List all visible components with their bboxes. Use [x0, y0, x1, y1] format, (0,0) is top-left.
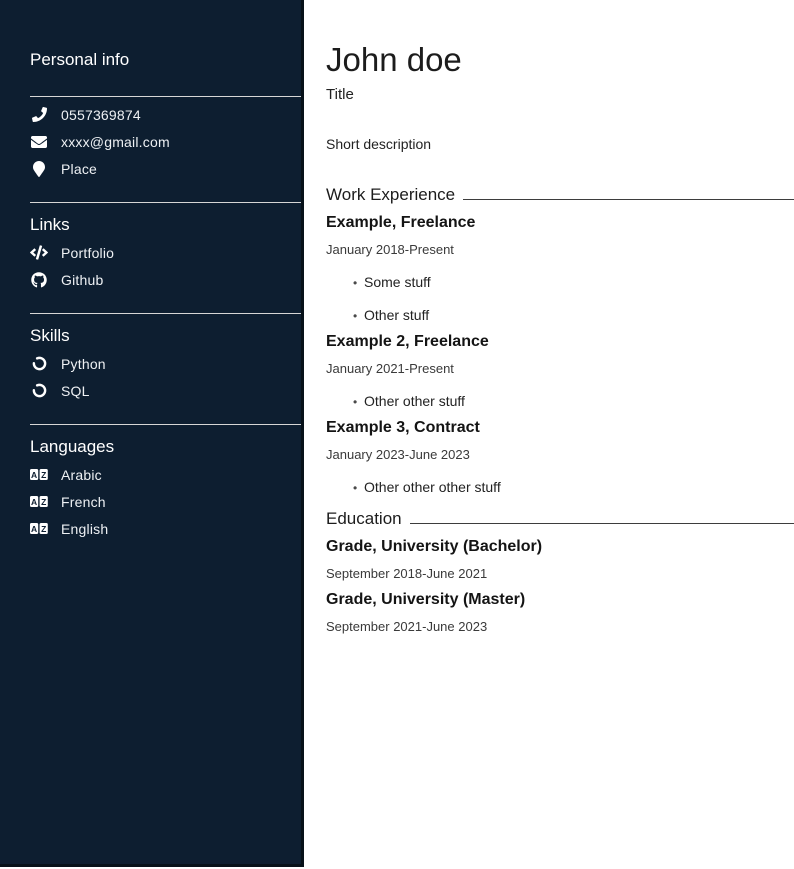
entry-date: September 2021-June 2023 — [326, 620, 794, 634]
section-heading-rule — [463, 199, 794, 200]
entry-title: Grade, University (Bachelor) — [326, 538, 794, 555]
skill-sql-label: SQL — [61, 383, 90, 399]
bullet-item: Other other other stuff — [353, 480, 794, 495]
contact-place-label: Place — [61, 161, 97, 177]
svg-text:Z: Z — [41, 524, 46, 534]
divider — [30, 313, 301, 314]
sidebar-section-links: Portfolio Github — [30, 239, 301, 293]
language-arabic-row: AZ Arabic — [30, 461, 301, 488]
divider — [30, 96, 301, 97]
entry-date: January 2023-June 2023 — [326, 448, 794, 462]
entry-bullets: Other other stuff — [326, 394, 794, 409]
sidebar-section-personal-info: 0557369874 xxxx@gmail.com Place — [30, 101, 301, 182]
bullet-item: Some stuff — [353, 275, 794, 290]
section-heading-label: Work Experience — [326, 185, 455, 204]
entry-title: Example 2, Freelance — [326, 333, 794, 350]
section-heading: Work Experience — [326, 185, 794, 204]
contact-phone-row: 0557369874 — [30, 101, 301, 128]
svg-text:Z: Z — [41, 497, 46, 507]
sidebar: Personal info 0557369874 xxxx@gmail.com … — [0, 0, 304, 867]
svg-text:A: A — [31, 524, 37, 534]
language-english-label: English — [61, 521, 108, 537]
svg-text:Z: Z — [41, 470, 46, 480]
contact-phone-label: 0557369874 — [61, 107, 141, 123]
language-icon: AZ — [30, 495, 48, 508]
sidebar-section-title-languages: Languages — [30, 437, 301, 457]
skill-python-row: Python — [30, 350, 301, 377]
contact-email-row: xxxx@gmail.com — [30, 128, 301, 155]
experience-entry: Example 2, Freelance January 2021-Presen… — [326, 333, 794, 409]
divider — [30, 424, 301, 425]
svg-text:A: A — [31, 497, 37, 507]
job-title: Title — [326, 86, 794, 103]
skill-python-label: Python — [61, 356, 106, 372]
skill-sql-row: SQL — [30, 377, 301, 404]
entry-date: September 2018-June 2021 — [326, 567, 794, 581]
link-github-label: Github — [61, 272, 103, 288]
link-portfolio-row[interactable]: Portfolio — [30, 239, 301, 266]
language-french-label: French — [61, 494, 106, 510]
language-arabic-label: Arabic — [61, 467, 102, 483]
resume-main: John doe Title Short description Work Ex… — [304, 0, 794, 869]
envelope-icon — [30, 134, 48, 150]
entry-date: January 2021-Present — [326, 362, 794, 376]
section-education: Education Grade, University (Bachelor) S… — [326, 509, 794, 634]
experience-entry: Example, Freelance January 2018-Present … — [326, 214, 794, 323]
link-portfolio-label: Portfolio — [61, 245, 114, 261]
github-icon — [30, 272, 48, 288]
language-icon: AZ — [30, 522, 48, 535]
sidebar-section-languages: AZ Arabic AZ French AZ English — [30, 461, 301, 542]
language-english-row: AZ English — [30, 515, 301, 542]
entry-title: Example 3, Contract — [326, 419, 794, 436]
contact-email-label: xxxx@gmail.com — [61, 134, 170, 150]
language-icon: AZ — [30, 468, 48, 481]
short-description: Short description — [326, 136, 794, 152]
name-heading: John doe — [326, 44, 794, 76]
experience-entry: Example 3, Contract January 2023-June 20… — [326, 419, 794, 495]
phone-icon — [30, 107, 48, 122]
sidebar-section-skills: Python SQL — [30, 350, 301, 404]
bullet-item: Other other stuff — [353, 394, 794, 409]
section-work-experience: Work Experience Example, Freelance Janua… — [326, 185, 794, 495]
section-heading-rule — [410, 523, 794, 524]
section-heading-label: Education — [326, 509, 402, 528]
map-marker-icon — [30, 161, 48, 177]
entry-bullets: Other other other stuff — [326, 480, 794, 495]
entry-title: Example, Freelance — [326, 214, 794, 231]
code-icon — [30, 245, 48, 260]
education-entry: Grade, University (Bachelor) September 2… — [326, 538, 794, 581]
entry-date: January 2018-Present — [326, 243, 794, 257]
sidebar-section-title-links: Links — [30, 215, 301, 235]
entry-bullets: Some stuff Other stuff — [326, 275, 794, 323]
circle-notch-icon — [30, 383, 48, 398]
circle-notch-icon — [30, 356, 48, 371]
bullet-item: Other stuff — [353, 308, 794, 323]
divider — [30, 202, 301, 203]
sidebar-section-title-skills: Skills — [30, 326, 301, 346]
contact-place-row: Place — [30, 155, 301, 182]
education-entry: Grade, University (Master) September 202… — [326, 591, 794, 634]
link-github-row[interactable]: Github — [30, 266, 301, 293]
entry-title: Grade, University (Master) — [326, 591, 794, 608]
svg-text:A: A — [31, 470, 37, 480]
sidebar-section-title-personal-info: Personal info — [30, 50, 301, 70]
section-heading: Education — [326, 509, 794, 528]
language-french-row: AZ French — [30, 488, 301, 515]
